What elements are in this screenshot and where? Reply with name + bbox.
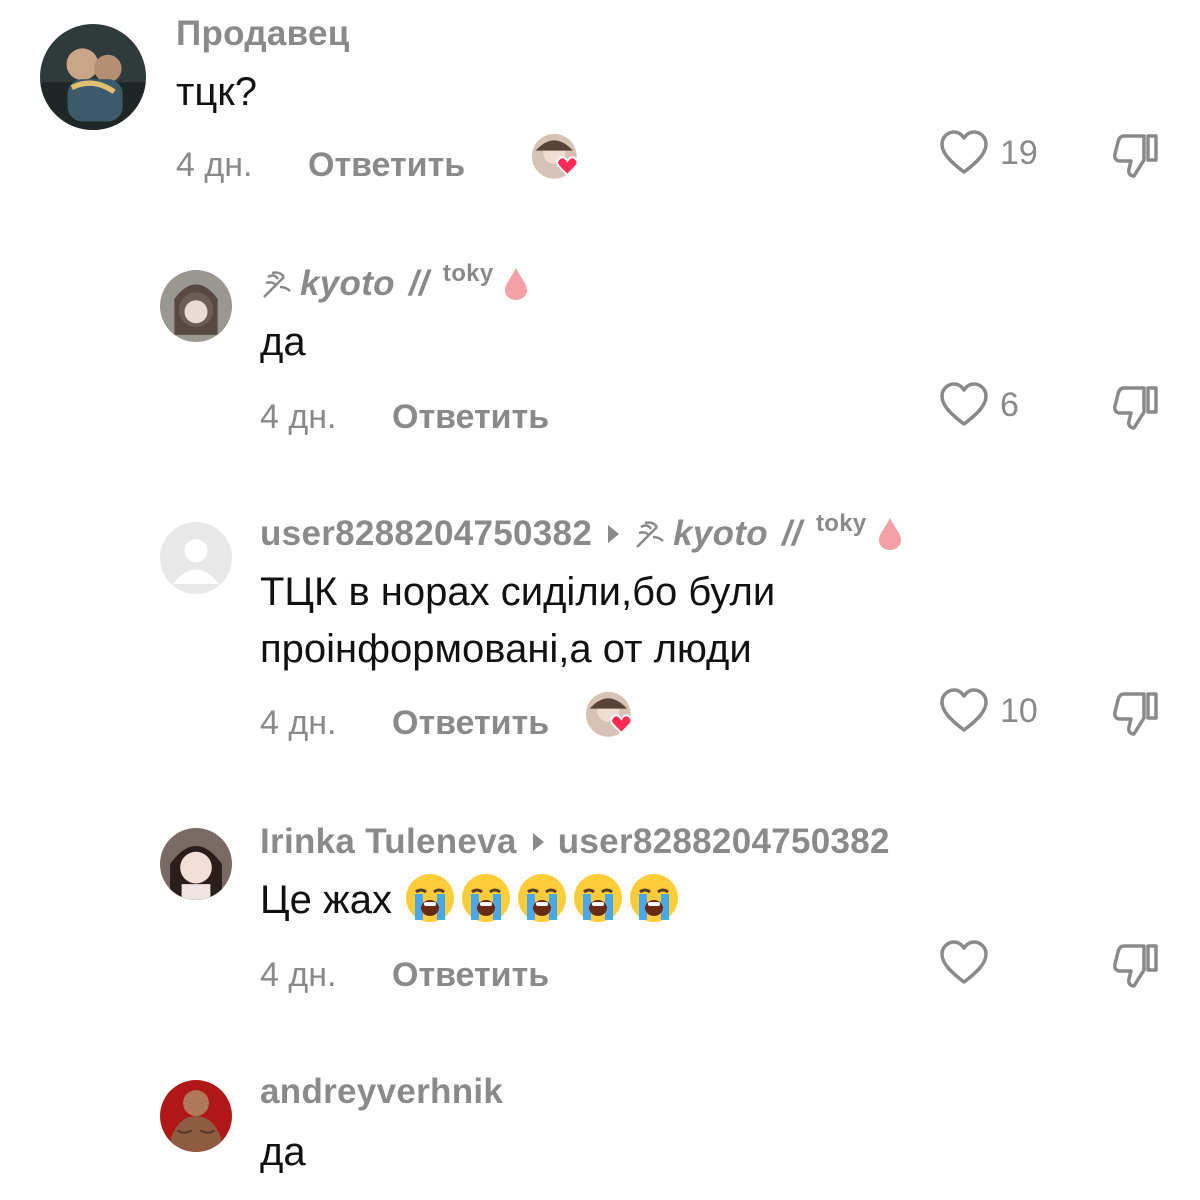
heart-icon xyxy=(940,940,988,984)
comment-meta: 4 дн. Ответить 6 xyxy=(0,382,1200,458)
drop-icon xyxy=(505,268,528,300)
like-button[interactable]: 19 xyxy=(938,128,1038,178)
heart-icon xyxy=(940,382,988,426)
heart-icon xyxy=(940,130,988,174)
loudly-crying-face-icon xyxy=(629,874,678,923)
comment-text: тцк? xyxy=(176,70,257,114)
comment-meta: 4 дн. Ответить 10 xyxy=(0,688,1200,764)
avatar[interactable] xyxy=(160,270,232,342)
avatar[interactable] xyxy=(160,1080,232,1152)
avatar[interactable] xyxy=(160,522,232,594)
comment-text: да xyxy=(260,320,306,364)
username[interactable]: andreyverhnik xyxy=(260,1072,503,1112)
creator-liked-badge xyxy=(584,690,640,746)
loudly-crying-face-icon xyxy=(461,874,510,923)
like-count: 19 xyxy=(1000,133,1038,172)
like-button[interactable] xyxy=(938,938,1000,988)
dislike-button[interactable] xyxy=(1110,940,1162,992)
dislike-button[interactable] xyxy=(1110,382,1162,434)
like-count: 10 xyxy=(1000,691,1038,730)
comment-meta: 4 дн. Ответить 19 xyxy=(0,130,1200,206)
heart-icon xyxy=(940,688,988,732)
username[interactable]: kyoto // toky xyxy=(260,260,531,304)
reply-arrow-icon xyxy=(608,525,620,543)
reply-button[interactable]: Ответить xyxy=(308,146,465,185)
reply-button[interactable]: Ответить xyxy=(392,704,549,743)
avatar[interactable] xyxy=(160,828,232,900)
username[interactable]: Irinka Tuleneva user8288204750382 xyxy=(260,822,890,862)
loudly-crying-face-icon xyxy=(405,874,454,923)
timestamp: 4 дн. xyxy=(260,956,337,994)
feather-icon xyxy=(263,271,291,298)
comment-text: Це жах xyxy=(260,872,680,929)
loudly-crying-face-icon xyxy=(517,874,566,923)
like-button[interactable]: 6 xyxy=(938,380,1019,430)
emoji-group xyxy=(404,872,680,924)
like-button[interactable]: 10 xyxy=(938,686,1038,736)
comment-meta: 4 дн. Ответить xyxy=(0,940,1200,1016)
dislike-button[interactable] xyxy=(1110,130,1162,182)
like-count: 6 xyxy=(1000,385,1019,424)
drop-icon xyxy=(878,518,901,550)
reply-button[interactable]: Ответить xyxy=(392,956,549,995)
comment-text: да xyxy=(260,1130,306,1174)
username[interactable]: Продавец xyxy=(176,14,350,54)
thumbs-down-icon xyxy=(1113,692,1158,736)
creator-liked-badge xyxy=(530,132,586,188)
comment-text: ТЦК в норах сиділи,бо були проінформован… xyxy=(260,570,776,671)
timestamp: 4 дн. xyxy=(176,146,253,184)
reply-button[interactable]: Ответить xyxy=(392,398,549,437)
thumbs-down-icon xyxy=(1113,386,1158,430)
thumbs-down-icon xyxy=(1113,944,1158,988)
timestamp: 4 дн. xyxy=(260,398,337,436)
timestamp: 4 дн. xyxy=(260,704,337,742)
thumbs-down-icon xyxy=(1113,134,1158,178)
reply-arrow-icon xyxy=(532,833,544,851)
loudly-crying-face-icon xyxy=(573,874,622,923)
avatar[interactable] xyxy=(40,24,146,130)
dislike-button[interactable] xyxy=(1110,688,1162,740)
username[interactable]: user8288204750382 kyoto // toky xyxy=(260,510,905,554)
feather-icon xyxy=(636,521,664,548)
